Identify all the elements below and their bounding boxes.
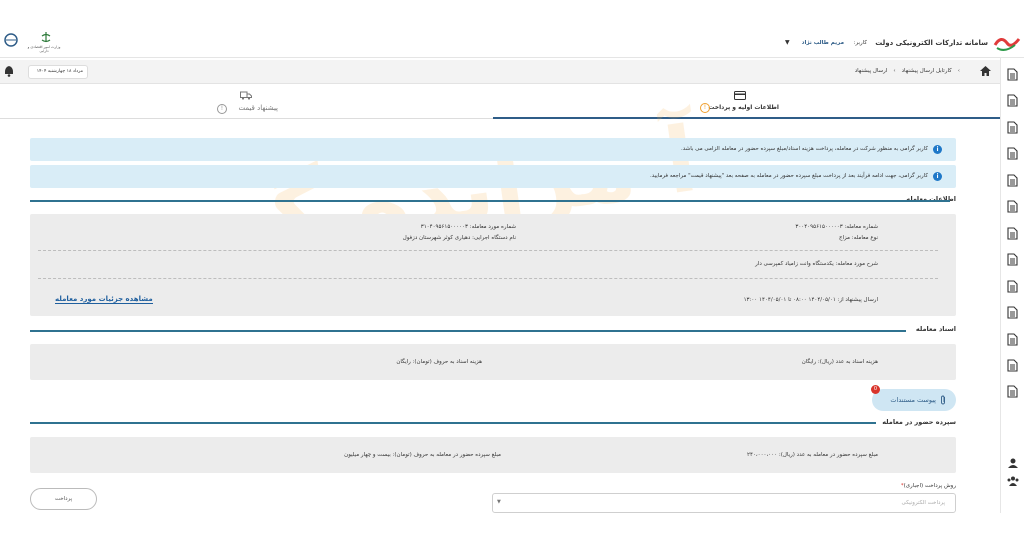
breadcrumb: › کارتابل ارسال پیشنهاد › ارسال پیشنهاد [855, 68, 960, 74]
deal-description: شرح مورد معامله: یکدستگاه وانت زامیاد کم… [755, 261, 878, 267]
document-icon[interactable] [1007, 174, 1018, 187]
document-icon[interactable] [1007, 306, 1018, 319]
truck-icon [240, 91, 252, 100]
documents-panel: هزینه اسناد به عدد (ریال): رایگان هزینه … [30, 344, 956, 380]
home-icon[interactable] [980, 66, 991, 76]
document-icon[interactable] [1007, 121, 1018, 134]
credit-card-icon [734, 91, 746, 100]
date-badge: مرداد ۱۸ چهارشنبه ۱۴۰۴ [28, 65, 88, 79]
item-number: شماره مورد معامله: ۳۱۰۴۰۹۵۶۱۵۰۰۰۰۰۳ [420, 224, 516, 230]
paperclip-icon [941, 395, 945, 405]
payment-method-label: روش پرداخت (اجباری) * [901, 483, 956, 489]
alert-text: کاربر گرامی، جهت ادامه فرآیند بعد از پرد… [649, 173, 928, 179]
tab-active-indicator [493, 117, 1000, 119]
executor-name: نام دستگاه اجرایی: دهیاری کوثر شهرستان د… [402, 235, 516, 241]
setad-logo [993, 38, 1021, 51]
organization-logo [4, 33, 18, 47]
chevron-down-icon: ▼ [497, 499, 501, 505]
dashed-divider [38, 250, 938, 251]
breadcrumb-item-cartable[interactable]: کارتابل ارسال پیشنهاد [902, 68, 952, 74]
document-icon[interactable] [1007, 147, 1018, 160]
pay-button[interactable]: پرداخت [30, 488, 97, 510]
user-icon[interactable] [1008, 458, 1018, 468]
ministry-caption: وزارت امور اقتصادی و دارایی [27, 45, 61, 53]
view-details-link[interactable]: مشاهده جزئیات مورد معامله [55, 295, 153, 304]
document-cost-letters: هزینه اسناد به حروف (تومان): رایگان [396, 359, 482, 365]
document-icon[interactable] [1007, 280, 1018, 293]
send-period: ارسال پیشنهاد از: ۱۴۰۴/۰۵/۰۱ ۰۸:۰۰ تا ۱۴… [743, 297, 878, 303]
breadcrumb-item-current: ارسال پیشنهاد [854, 68, 888, 74]
deal-number: شماره معامله: ۳۰۰۴۰۹۵۶۱۵۰۰۰۰۰۳ [795, 224, 878, 230]
attachments-label: پیوست مستندات [890, 396, 936, 404]
users-group-icon[interactable] [1007, 476, 1019, 486]
payment-method-select[interactable]: پرداخت الکترونیکی ▼ [492, 493, 956, 513]
document-icon[interactable] [1007, 385, 1018, 398]
deal-type: نوع معامله: مزاج [838, 235, 878, 241]
document-icon[interactable] [1007, 253, 1018, 266]
dashed-divider [38, 278, 938, 279]
required-mark: * [900, 483, 904, 489]
tab-label: پیشنهاد قیمت [238, 104, 279, 112]
section-title-documents: اسناد معامله [915, 325, 956, 333]
date-text: مرداد ۱۸ چهارشنبه ۱۴۰۴ [36, 69, 83, 74]
deal-info-panel: شماره معامله: ۳۰۰۴۰۹۵۶۱۵۰۰۰۰۰۳ نوع معامل… [30, 214, 956, 316]
document-icon[interactable] [1007, 359, 1018, 372]
bell-icon[interactable] [4, 66, 14, 77]
breadcrumb-bar: › کارتابل ارسال پیشنهاد › ارسال پیشنهاد … [0, 60, 1000, 84]
deposit-panel: مبلغ سپرده حضور در معامله به عدد (ریال):… [30, 437, 956, 473]
user-name-dropdown[interactable]: مریم طالب نژاد [802, 40, 844, 46]
right-sidebar [1000, 58, 1024, 513]
info-icon: i [933, 145, 942, 154]
top-header: سامانه تدارکات الکترونیکی دولت کاربر: مر… [0, 28, 1024, 58]
breadcrumb-sep: › [957, 68, 960, 74]
breadcrumb-sep: › [893, 68, 896, 74]
info-icon: i [933, 172, 942, 181]
document-icon[interactable] [1007, 94, 1018, 107]
document-icon[interactable] [1007, 227, 1018, 240]
warning-badge-icon: ! [700, 103, 710, 113]
system-title: سامانه تدارکات الکترونیکی دولت [875, 39, 988, 47]
tab-initial-info[interactable]: اطلاعات اولیه و پرداخت ! [493, 85, 1000, 119]
user-label: کاربر: [853, 40, 867, 46]
pay-button-label: پرداخت [54, 496, 73, 502]
tab-price-offer[interactable]: پیشنهاد قیمت ! [0, 85, 493, 119]
payment-method-label-text: روش پرداخت (اجباری) [903, 483, 956, 489]
emblem-logo [41, 32, 51, 43]
alert-text: کاربر گرامی به منظور شرکت در معامله، پرد… [680, 146, 928, 152]
payment-method-placeholder: پرداخت الکترونیکی [901, 500, 946, 506]
document-cost-numeric: هزینه اسناد به عدد (ریال): رایگان [801, 359, 878, 365]
info-alert: i کاربر گرامی به منظور شرکت در معامله، پ… [30, 138, 956, 161]
tab-underline [0, 118, 493, 119]
document-icon[interactable] [1007, 200, 1018, 213]
document-icon[interactable] [1007, 333, 1018, 346]
chevron-down-icon[interactable]: ▼ [785, 39, 790, 46]
attachments-button[interactable]: پیوست مستندات [872, 389, 956, 411]
section-divider [30, 330, 906, 332]
section-title-deposit: سپرده حضور در معامله [882, 418, 956, 426]
deposit-amount-numeric: مبلغ سپرده حضور در معامله به عدد (ریال):… [747, 452, 878, 458]
section-divider [30, 422, 876, 424]
document-icon[interactable] [1007, 68, 1018, 81]
attachments-count-badge: 0 [871, 385, 880, 394]
tab-label: اطلاعات اولیه و پرداخت [708, 104, 779, 111]
info-badge-icon: ! [217, 104, 227, 114]
section-divider [30, 200, 950, 202]
deposit-amount-letters: مبلغ سپرده حضور در معامله به حروف (تومان… [344, 452, 501, 458]
info-alert: i کاربر گرامی، جهت ادامه فرآیند بعد از پ… [30, 165, 956, 188]
